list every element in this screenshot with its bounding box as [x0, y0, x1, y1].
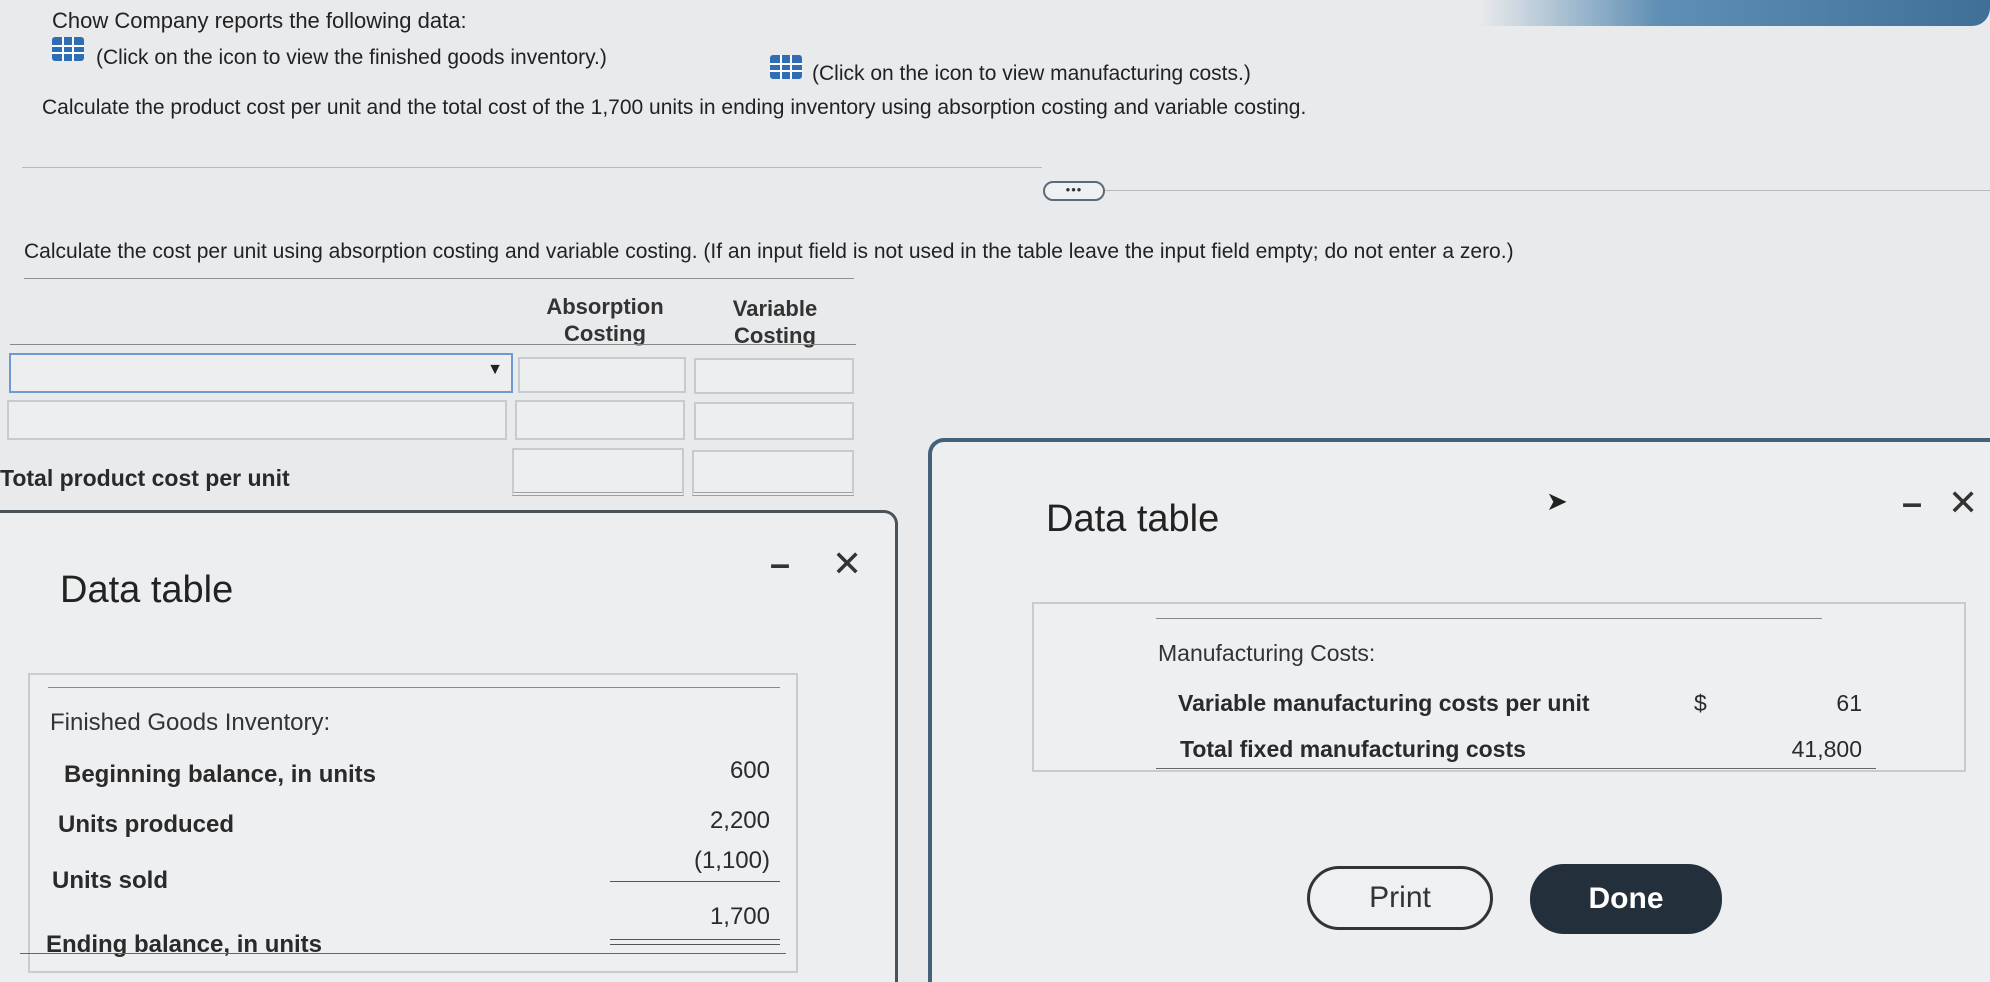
data-table-panel-inventory: Data table – ✕ Finished Goods Inventory:… [0, 510, 898, 982]
row-value-produced: 2,200 [709, 807, 770, 834]
col-header-absorption: Absorption Costing [530, 293, 680, 347]
inventory-table-icon[interactable] [52, 37, 84, 61]
row-label-produced: Units produced [58, 811, 235, 838]
divider [1156, 768, 1876, 769]
instruction: Calculate the product cost per unit and … [42, 96, 1307, 119]
expand-button[interactable]: ••• [1043, 181, 1105, 201]
costs-table: Manufacturing Costs: Variable manufactur… [1032, 602, 1966, 772]
row-label-beginning: Beginning balance, in units [64, 761, 377, 788]
question-prompt: Calculate the cost per unit using absorp… [24, 240, 1514, 263]
close-icon[interactable]: ✕ [1948, 482, 1978, 524]
costs-table-icon[interactable] [770, 55, 802, 79]
inventory-link[interactable]: (Click on the icon to view the finished … [96, 46, 607, 70]
panel-title: Data table [60, 569, 234, 611]
col-header-line: Absorption [546, 294, 664, 319]
divider [1156, 618, 1822, 619]
divider [1102, 190, 1990, 191]
variable-total-input[interactable] [692, 450, 854, 496]
section-heading: Manufacturing Costs: [1158, 640, 1376, 666]
intro-title: Chow Company reports the following data: [52, 8, 467, 33]
close-icon[interactable]: ✕ [832, 543, 862, 585]
total-rule [610, 939, 780, 940]
cost-item-input-2[interactable] [7, 400, 507, 440]
absorption-total-input[interactable] [512, 448, 684, 496]
absorption-input-1[interactable] [518, 357, 686, 393]
row-label-ending: Ending balance, in units [46, 931, 323, 958]
panel-title: Data table [1046, 498, 1220, 540]
divider [22, 167, 1042, 168]
col-header-line: Variable [732, 296, 818, 321]
variable-input-2[interactable] [694, 402, 854, 440]
divider [10, 344, 856, 345]
row-label-sold: Units sold [52, 867, 169, 894]
row-value-sold: (1,100) [693, 847, 770, 874]
chevron-down-icon: ▼ [487, 361, 503, 378]
row-value-variable: 61 [1836, 690, 1862, 716]
print-button[interactable]: Print [1307, 866, 1493, 930]
divider [48, 687, 780, 688]
total-rule [610, 944, 780, 945]
inventory-table: Finished Goods Inventory: Beginning bala… [28, 673, 798, 973]
row-value-beginning: 600 [729, 757, 770, 784]
row-value-fixed: 41,800 [1791, 736, 1862, 762]
done-button[interactable]: Done [1530, 864, 1722, 934]
row-label-fixed: Total fixed manufacturing costs [1180, 736, 1526, 762]
divider [24, 278, 854, 279]
col-header-variable: Variable Costing [700, 295, 850, 349]
col-header-line: Costing [564, 321, 646, 346]
section-heading: Finished Goods Inventory: [50, 709, 331, 736]
top-bar [1480, 0, 1990, 26]
row-value-ending: 1,700 [709, 903, 770, 930]
absorption-input-2[interactable] [515, 400, 685, 440]
minimize-icon[interactable]: – [770, 543, 790, 585]
currency-symbol: $ [1694, 690, 1707, 716]
minimize-icon[interactable]: – [1902, 482, 1922, 524]
variable-input-1[interactable] [694, 358, 854, 394]
subtotal-rule [610, 881, 780, 882]
total-label: Total product cost per unit [0, 465, 290, 491]
row-label-variable: Variable manufacturing costs per unit [1178, 690, 1590, 716]
cost-item-dropdown[interactable]: ▼ [9, 353, 513, 393]
cursor-icon: ➤ [1546, 486, 1568, 516]
divider [20, 953, 786, 954]
costs-link[interactable]: (Click on the icon to view manufacturing… [812, 62, 1251, 86]
